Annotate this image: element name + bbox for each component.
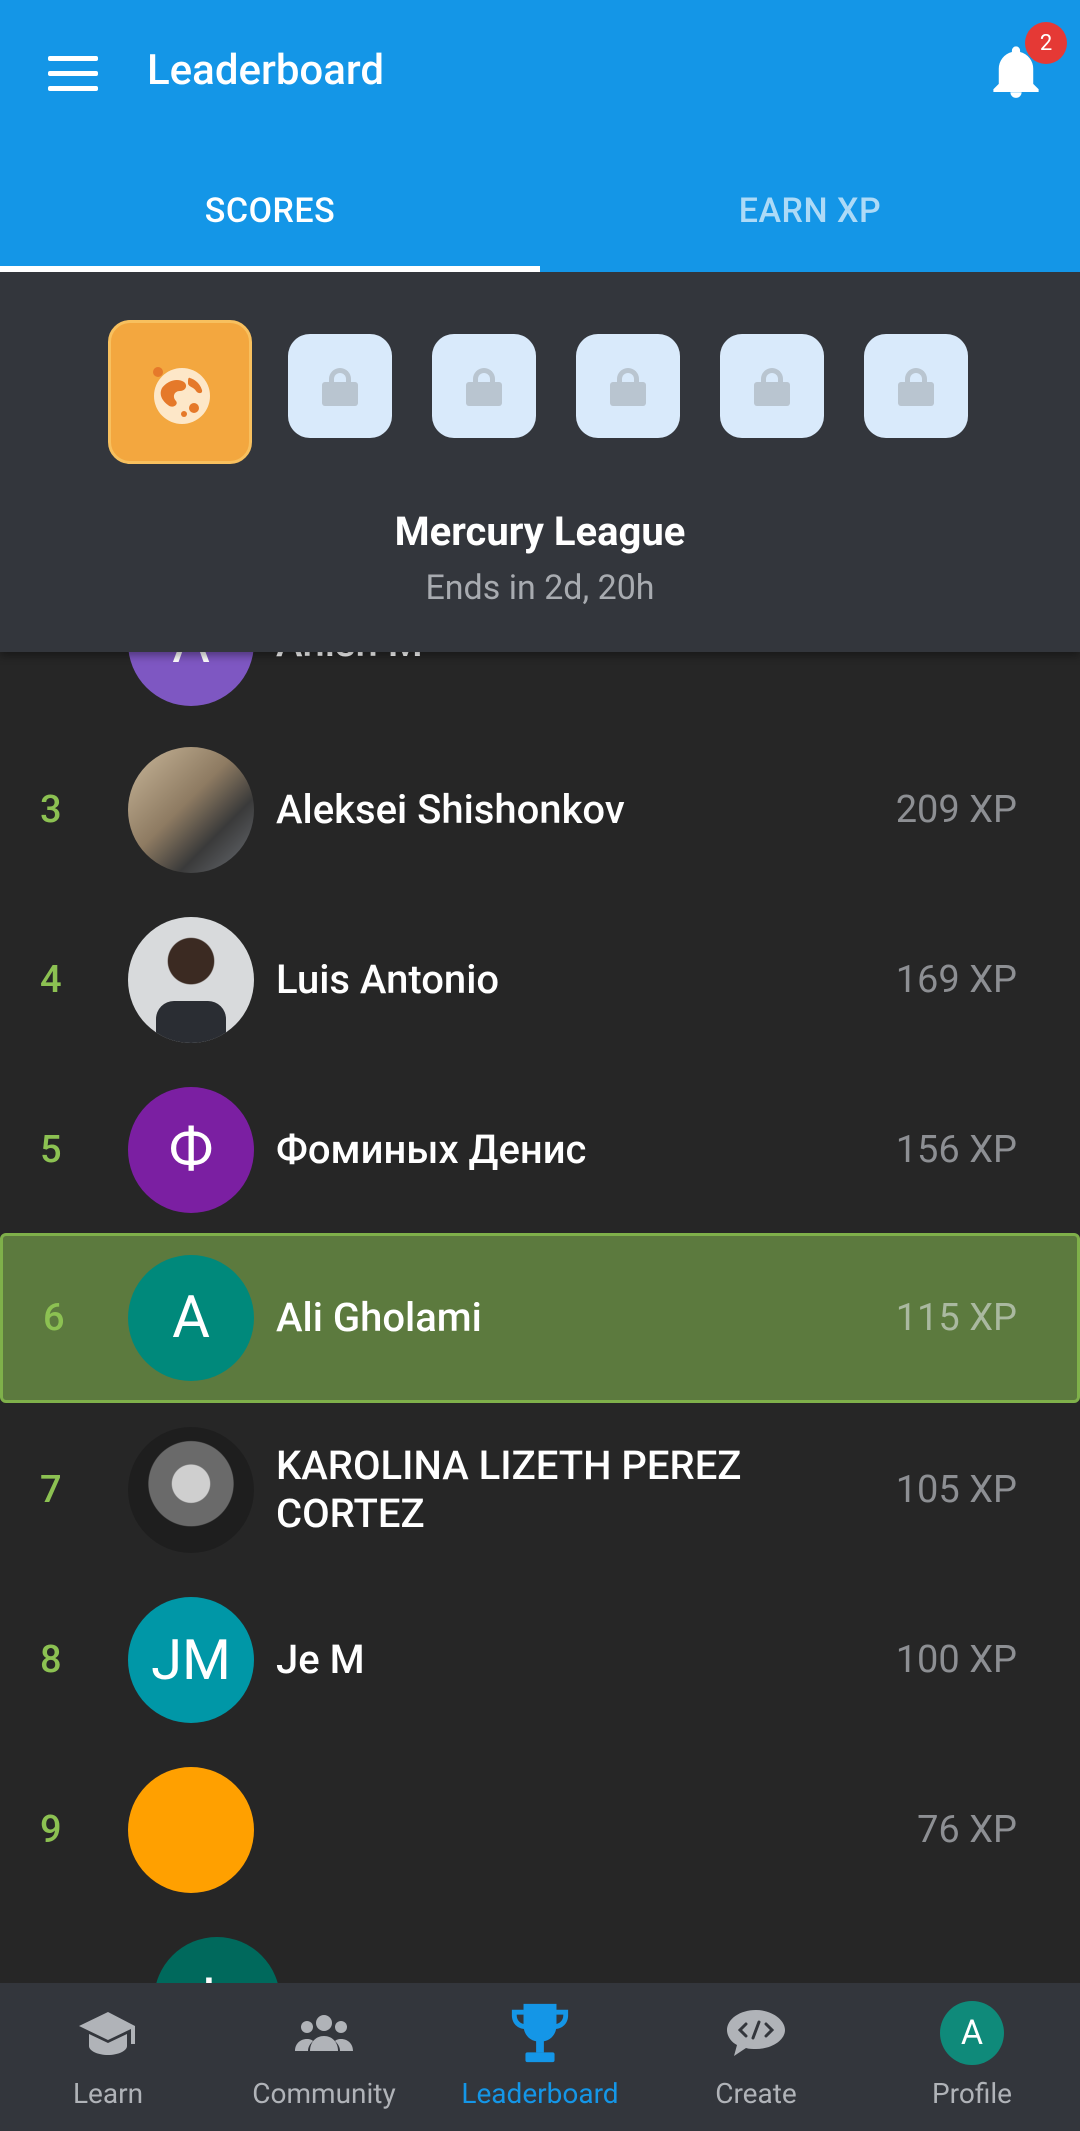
profile-avatar: A bbox=[940, 2001, 1004, 2065]
rank: 5 bbox=[40, 1128, 62, 1172]
leaderboard-row[interactable]: 5 Ф Фоминых Денис 156 XP bbox=[0, 1065, 1080, 1235]
nav-leaderboard[interactable]: Leaderboard bbox=[432, 1983, 648, 2131]
nav-label: Learn bbox=[72, 2077, 144, 2110]
leaderboard-row[interactable]: 7 KAROLINA LIZETH PEREZ CORTEZ 105 XP bbox=[0, 1405, 1080, 1575]
xp-value: 100 XP bbox=[895, 1638, 1017, 1682]
avatar: JM bbox=[128, 1597, 254, 1723]
xp-value: 156 XP bbox=[895, 1128, 1017, 1172]
avatar: A bbox=[128, 1255, 254, 1381]
app-bar: Leaderboard 2 SCORES EARN XP bbox=[0, 0, 1080, 272]
lock-icon bbox=[610, 368, 646, 406]
avatar: L bbox=[154, 1937, 280, 1983]
league-countdown: Ends in 2d, 20h bbox=[425, 568, 655, 608]
avatar bbox=[128, 1767, 254, 1893]
nav-create[interactable]: Create bbox=[648, 1983, 864, 2131]
graduation-cap-icon bbox=[76, 2003, 140, 2063]
user-name: Ali Gholami bbox=[276, 1294, 482, 1341]
locked-league-badge[interactable] bbox=[432, 334, 536, 438]
mercury-league-badge[interactable] bbox=[108, 320, 252, 464]
rank: 6 bbox=[43, 1296, 65, 1340]
menu-icon[interactable] bbox=[48, 56, 98, 92]
tab-indicator bbox=[0, 266, 540, 272]
avatar-photo bbox=[128, 747, 254, 873]
user-name: Je M bbox=[276, 1636, 365, 1683]
leaderboard-row[interactable]: 10 L bbox=[0, 1915, 1080, 1983]
tab-earn-xp[interactable]: EARN XP bbox=[540, 150, 1080, 272]
leaderboard-row-current-user[interactable]: 6 A Ali Gholami 115 XP bbox=[0, 1233, 1080, 1403]
people-icon bbox=[292, 2003, 356, 2063]
leaderboard-list[interactable]: A Ahish M 3 Aleksei Shishonkov 209 XP 4 … bbox=[0, 560, 1080, 1983]
avatar: Ф bbox=[128, 1087, 254, 1213]
lock-icon bbox=[322, 368, 358, 406]
leaderboard-row[interactable]: 3 Aleksei Shishonkov 209 XP bbox=[0, 725, 1080, 895]
rank: 7 bbox=[40, 1468, 62, 1512]
nav-label: Leaderboard bbox=[461, 2077, 619, 2110]
page-title: Leaderboard bbox=[147, 46, 385, 95]
user-name: Aleksei Shishonkov bbox=[276, 786, 625, 833]
avatar-photo bbox=[128, 1427, 254, 1553]
rank: 9 bbox=[40, 1808, 62, 1852]
xp-value: 105 XP bbox=[895, 1468, 1017, 1512]
tab-scores[interactable]: SCORES bbox=[0, 150, 540, 272]
nav-label: Profile bbox=[931, 2077, 1013, 2110]
locked-league-badge[interactable] bbox=[288, 334, 392, 438]
league-name: Mercury League bbox=[394, 508, 686, 555]
mercury-icon bbox=[153, 367, 210, 424]
locked-league-badge[interactable] bbox=[720, 334, 824, 438]
xp-value: 209 XP bbox=[895, 788, 1017, 832]
user-name: Фоминых Денис bbox=[276, 1126, 587, 1173]
nav-learn[interactable]: Learn bbox=[0, 1983, 216, 2131]
nav-community[interactable]: Community bbox=[216, 1983, 432, 2131]
notification-badge: 2 bbox=[1025, 22, 1067, 64]
locked-league-badge[interactable] bbox=[864, 334, 968, 438]
nav-profile[interactable]: A Profile bbox=[864, 1983, 1080, 2131]
nav-label: Community bbox=[252, 2077, 396, 2110]
xp-value: 76 XP bbox=[917, 1808, 1017, 1852]
bottom-navigation: Learn Community Leaderboard Create A Pro… bbox=[0, 1983, 1080, 2131]
locked-league-badge[interactable] bbox=[576, 334, 680, 438]
user-name: KAROLINA LIZETH PEREZ CORTEZ bbox=[276, 1442, 742, 1537]
lock-icon bbox=[754, 368, 790, 406]
avatar: A bbox=[940, 2001, 1004, 2065]
avatar-photo bbox=[128, 917, 254, 1043]
xp-value: 115 XP bbox=[895, 1296, 1017, 1340]
leaderboard-row[interactable]: 8 JM Je M 100 XP bbox=[0, 1575, 1080, 1745]
leaderboard-row[interactable]: 9 76 XP bbox=[0, 1745, 1080, 1915]
code-bubble-icon bbox=[724, 2003, 788, 2063]
user-name: Luis Antonio bbox=[276, 956, 500, 1003]
rank: 8 bbox=[40, 1638, 62, 1682]
trophy-icon bbox=[508, 2003, 572, 2063]
rank: 4 bbox=[40, 958, 62, 1002]
lock-icon bbox=[466, 368, 502, 406]
league-panel: Mercury League Ends in 2d, 20h bbox=[0, 272, 1080, 652]
tab-bar: SCORES EARN XP bbox=[0, 150, 1080, 272]
rank: 3 bbox=[40, 788, 62, 832]
nav-label: Create bbox=[715, 2077, 797, 2110]
lock-icon bbox=[898, 368, 934, 406]
leaderboard-row[interactable]: 4 Luis Antonio 169 XP bbox=[0, 895, 1080, 1065]
xp-value: 169 XP bbox=[895, 958, 1017, 1002]
